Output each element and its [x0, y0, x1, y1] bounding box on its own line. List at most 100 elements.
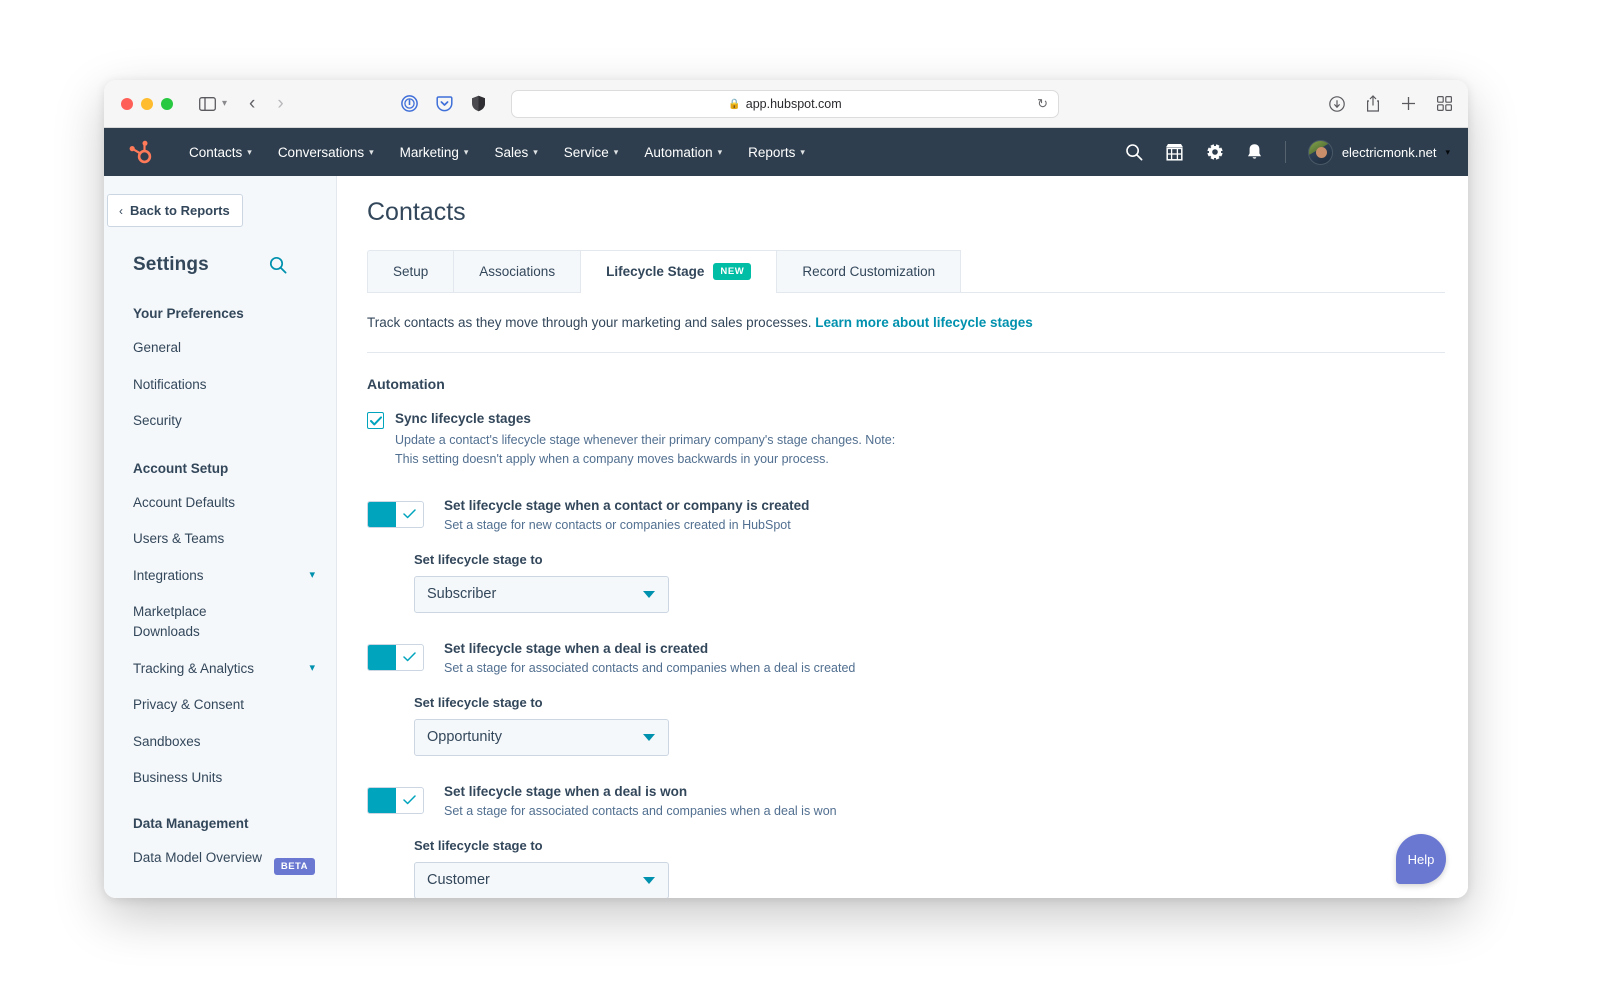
toggle-deal-created[interactable] — [367, 643, 424, 671]
nav-label: Reports — [748, 144, 796, 160]
downloads-icon[interactable] — [1329, 95, 1345, 112]
learn-more-link[interactable]: Learn more about lifecycle stages — [815, 315, 1033, 330]
toggle-row-contact-created: Set lifecycle stage when a contact or co… — [367, 498, 1468, 532]
minimize-window-button[interactable] — [141, 97, 153, 110]
nav-label: Sales — [494, 144, 529, 160]
marketplace-icon[interactable] — [1165, 143, 1184, 161]
search-icon[interactable] — [269, 256, 287, 274]
onepassword-extension-icon[interactable] — [400, 95, 418, 112]
chevron-down-icon — [643, 733, 655, 741]
nav-item-marketing[interactable]: Marketing ▾ — [387, 145, 482, 160]
gear-icon[interactable] — [1205, 143, 1224, 161]
nav-item-automation[interactable]: Automation ▾ — [631, 145, 735, 160]
chevron-down-icon: ▾ — [1445, 146, 1450, 157]
sidebar-item-marketplace-downloads[interactable]: Marketplace Downloads — [133, 602, 315, 641]
sidebar-item-general[interactable]: General — [133, 338, 315, 358]
chevron-down-icon: ▾ — [463, 146, 469, 157]
tab-bar: Setup Associations Lifecycle Stage NEW R… — [367, 250, 1445, 293]
sidebar-item-label: Tracking & Analytics — [133, 660, 255, 676]
tab-overview-icon[interactable] — [1437, 96, 1452, 111]
toggle-contact-created[interactable] — [367, 500, 424, 528]
url-text: app.hubspot.com — [745, 97, 842, 111]
toggle-subtitle: Set a stage for new contacts or companie… — [444, 517, 791, 532]
sidebar-item-account-defaults[interactable]: Account Defaults — [133, 493, 315, 513]
lifecycle-stage-select-2[interactable]: Opportunity — [414, 718, 669, 756]
sidebar-item-integrations[interactable]: Integrations ▾ — [133, 566, 315, 586]
toggle-fill — [368, 787, 396, 813]
toggle-deal-won[interactable] — [367, 786, 424, 814]
hubspot-logo[interactable] — [126, 139, 152, 165]
tab-label: Record Customization — [802, 264, 936, 279]
toggle-title: Set lifecycle stage when a deal is creat… — [444, 640, 709, 656]
chevron-down-icon: ▾ — [247, 146, 252, 157]
sync-lifecycle-stages-checkbox[interactable] — [367, 412, 384, 429]
sidebar-chevron-down-icon[interactable]: ▾ — [222, 98, 227, 109]
sidebar-item-tracking-analytics[interactable]: Tracking & Analytics ▾ — [133, 659, 315, 679]
close-window-button[interactable] — [121, 97, 133, 110]
select-value: Subscriber — [427, 586, 497, 603]
field-label-stage-1: Set lifecycle stage to — [414, 551, 543, 567]
chevron-down-icon: ▾ — [717, 146, 723, 157]
tab-associations[interactable]: Associations — [453, 250, 582, 292]
field-label-stage-3: Set lifecycle stage to — [414, 837, 543, 853]
toggle-row-deal-won: Set lifecycle stage when a deal is won S… — [367, 784, 1468, 818]
nav-item-sales[interactable]: Sales ▾ — [481, 145, 550, 160]
maximize-window-button[interactable] — [161, 97, 173, 110]
help-button[interactable]: Help — [1396, 834, 1446, 884]
tab-label: Lifecycle Stage — [606, 264, 705, 279]
lifecycle-stage-select-3[interactable]: Customer — [414, 861, 669, 898]
toggle-title: Set lifecycle stage when a contact or co… — [444, 497, 810, 513]
tab-lifecycle-stage[interactable]: Lifecycle Stage NEW — [580, 250, 778, 293]
back-arrow-icon[interactable]: ‹ — [249, 94, 255, 113]
window-controls[interactable] — [121, 97, 173, 110]
sidebar-item-security[interactable]: Security — [133, 411, 315, 431]
sync-lifecycle-stages-row: Sync lifecycle stages Update a contact's… — [367, 411, 1468, 470]
reload-icon[interactable]: ↻ — [1037, 96, 1048, 112]
new-tab-icon[interactable] — [1401, 96, 1416, 111]
nav-item-contacts[interactable]: Contacts ▾ — [176, 145, 265, 160]
privacy-shield-extension-icon[interactable] — [471, 95, 486, 112]
pocket-extension-icon[interactable] — [436, 95, 453, 112]
settings-sidebar: ‹ Back to Reports Settings Your Preferen… — [104, 176, 337, 898]
sidebar-item-notifications[interactable]: Notifications — [133, 375, 315, 395]
address-bar[interactable]: 🔒 app.hubspot.com ↻ — [511, 90, 1059, 118]
new-badge: NEW — [713, 263, 752, 280]
back-to-reports-button[interactable]: ‹ Back to Reports — [107, 194, 243, 227]
toggle-knob — [396, 645, 423, 670]
forward-arrow-icon[interactable]: › — [277, 94, 283, 113]
tab-record-customization[interactable]: Record Customization — [776, 250, 962, 292]
nav-label: Conversations — [277, 144, 365, 160]
sidebar-item-sandboxes[interactable]: Sandboxes — [133, 732, 315, 752]
nav-item-service[interactable]: Service ▾ — [551, 145, 632, 160]
toggle-knob — [396, 788, 423, 813]
sidebar-item-privacy-consent[interactable]: Privacy & Consent — [133, 695, 315, 715]
share-icon[interactable] — [1366, 95, 1380, 112]
nav-menu: Contacts ▾ Conversations ▾ Marketing ▾ S… — [176, 145, 818, 160]
toggle-subtitle: Set a stage for associated contacts and … — [444, 803, 837, 818]
select-value: Customer — [427, 872, 490, 889]
user-menu[interactable]: electricmonk.net ▾ — [1307, 139, 1450, 165]
avatar — [1307, 139, 1333, 165]
select-value: Opportunity — [427, 729, 502, 746]
beta-badge: BETA — [273, 857, 315, 875]
lifecycle-stage-select-1[interactable]: Subscriber — [414, 575, 669, 613]
chevron-down-icon: ▾ — [800, 146, 805, 157]
sidebar-item-label: Users & Teams — [133, 531, 225, 547]
lock-icon: 🔒 — [728, 98, 741, 110]
tab-setup[interactable]: Setup — [367, 250, 455, 292]
nav-item-reports[interactable]: Reports ▾ — [735, 145, 818, 160]
back-button-label: Back to Reports — [130, 203, 230, 218]
chevron-down-icon — [643, 590, 655, 598]
browser-right-icons — [1329, 95, 1452, 112]
sidebar-item-business-units[interactable]: Business Units — [133, 768, 315, 788]
sidebar-item-label: Account Defaults — [133, 494, 236, 510]
nav-label: Contacts — [189, 144, 243, 160]
search-icon[interactable] — [1125, 143, 1143, 161]
bell-icon[interactable] — [1246, 143, 1263, 161]
nav-item-conversations[interactable]: Conversations ▾ — [265, 145, 387, 160]
sidebar-item-data-model-overview[interactable]: Data Model Overview BETA — [133, 848, 315, 875]
sidebar-item-users-teams[interactable]: Users & Teams — [133, 529, 315, 549]
tab-label: Setup — [393, 264, 429, 279]
section-title-automation: Automation — [367, 376, 445, 392]
sidebar-toggle-icon[interactable] — [199, 96, 216, 111]
